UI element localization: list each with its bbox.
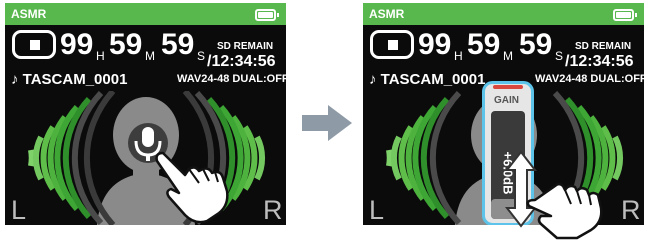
mode-title: ASMR (369, 7, 405, 21)
time-hours-unit: H (454, 49, 463, 63)
battery-icon (255, 9, 279, 21)
time-seconds: 59 (519, 28, 553, 61)
time-seconds-unit: S (197, 49, 206, 63)
recording-format: WAV24-48 DUAL:OFF (535, 73, 644, 85)
top-bar: ASMR (5, 3, 286, 25)
finger-tap-icon (155, 151, 229, 223)
recording-format: WAV24-48 DUAL:OFF (177, 73, 286, 85)
right-channel-label: R (263, 195, 283, 225)
time-hours: 99 (60, 28, 94, 61)
stop-icon[interactable] (370, 30, 414, 59)
time-minutes: 59 (467, 28, 501, 61)
left-channel-waves (386, 91, 462, 225)
time-hours-unit: H (96, 49, 105, 63)
time-minutes-unit: M (503, 49, 513, 63)
left-channel-label: L (11, 195, 27, 225)
time-minutes-unit: M (145, 49, 155, 63)
file-name: ♪ TASCAM_0001 (369, 71, 486, 88)
arrow-right-icon (302, 105, 352, 141)
gain-label: GAIN (494, 95, 519, 106)
finger-tap-icon (526, 182, 603, 240)
mode-title: ASMR (11, 7, 47, 21)
stop-icon[interactable] (12, 30, 56, 59)
battery-icon (613, 9, 637, 21)
screen-asmr-before: ASMR 99 H 59 M 59 S SD REMAIN /12:34:56 … (5, 3, 286, 225)
time-seconds-unit: S (555, 49, 564, 63)
sd-remain-label: SD REMAIN (575, 41, 632, 52)
left-channel-waves (28, 91, 116, 225)
sd-remain-time: /12:34:56 (207, 53, 276, 70)
up-down-arrow (504, 150, 538, 228)
swipe-up-down-icon (504, 150, 603, 240)
sd-remain-label: SD REMAIN (217, 41, 274, 52)
top-bar: ASMR (363, 3, 644, 25)
time-hours: 99 (418, 28, 452, 61)
time-minutes: 59 (109, 28, 143, 61)
time-seconds: 59 (161, 28, 195, 61)
file-name: ♪ TASCAM_0001 (11, 71, 128, 88)
left-channel-label: L (369, 195, 385, 225)
binaural-scene (28, 91, 265, 225)
sd-remain-time: /12:34:56 (565, 53, 634, 70)
